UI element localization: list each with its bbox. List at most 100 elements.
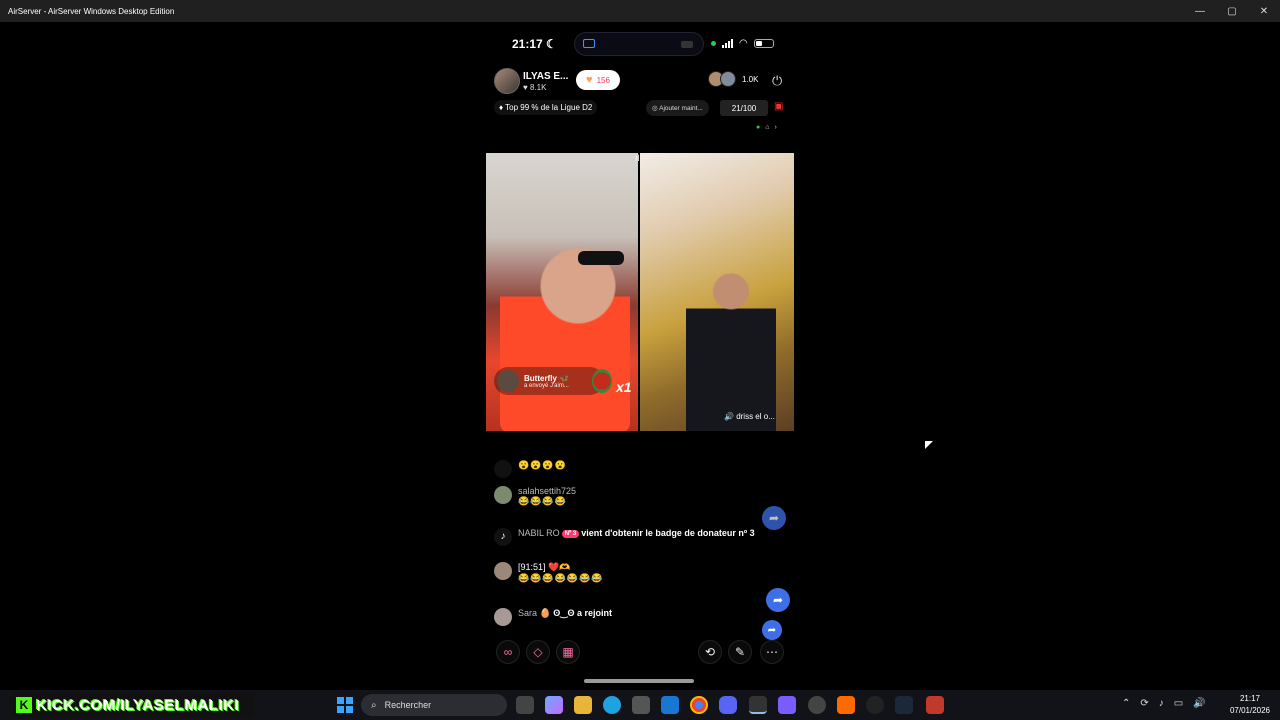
host-profile[interactable]: ILYAS E... ♥ 8.1K bbox=[494, 68, 568, 94]
wifi-icon: ◠ bbox=[739, 38, 748, 49]
chat-emoji: 😂😂😂😂😂😂😂 bbox=[518, 573, 604, 583]
share-icon[interactable]: ⟲ bbox=[698, 640, 722, 664]
viewer-avatar bbox=[720, 71, 736, 87]
status-icons: ◠ bbox=[711, 38, 774, 49]
taskbar-clock[interactable]: 21:17 07/01/2026 bbox=[1226, 693, 1274, 717]
chat-message: ♪ NABIL RO Nº 3 vient d'obtenir le badge d… bbox=[494, 528, 784, 546]
mini-indicator-icon bbox=[681, 41, 693, 48]
chat-emoji: 😮😮😮😮 bbox=[518, 460, 567, 470]
search-placeholder: Rechercher bbox=[384, 700, 432, 710]
sync-icon[interactable]: ⟳ bbox=[1140, 698, 1148, 709]
store-icon[interactable] bbox=[632, 696, 650, 714]
chat-emoji: 😂😂😂😂 bbox=[518, 496, 567, 506]
apps-icon[interactable]: ▦ bbox=[556, 640, 580, 664]
home-indicator[interactable] bbox=[584, 679, 694, 683]
gift-box-icon[interactable]: ▣ bbox=[774, 101, 783, 112]
live-bottom-toolbar: ∞ ◇ ▦ ⟲ ✎ ⋯ bbox=[494, 640, 790, 664]
tiktok-icon: ♪ bbox=[494, 528, 512, 546]
share-floating-icon[interactable]: ➦ bbox=[766, 588, 790, 612]
search-icon: ⌕ bbox=[371, 699, 377, 711]
guest-label: 🔊 driss el o... bbox=[724, 412, 775, 421]
heart-icon: ♥ bbox=[586, 74, 593, 86]
host-likes: ♥ 8.1K bbox=[523, 82, 547, 92]
outlook-icon[interactable] bbox=[661, 696, 679, 714]
live-video-split: Butterfly 🦋 a envoyé J'aim... x1 ılı 🔊 d… bbox=[486, 153, 794, 431]
viewer-count: 1.0K bbox=[742, 74, 759, 84]
chrome-icon[interactable] bbox=[690, 696, 708, 714]
phone-status-bar: 21:17 ☾ ◠ bbox=[486, 32, 794, 56]
task-view-icon[interactable] bbox=[516, 696, 534, 714]
chat-text: vient d'obtenir le badge de donateur nº … bbox=[581, 528, 755, 538]
host-name: ILYAS E... bbox=[523, 70, 569, 82]
network-icon[interactable]: ▭ bbox=[1174, 698, 1183, 709]
camera-indicator-icon bbox=[711, 41, 716, 46]
share-floating-icon[interactable]: ➦ bbox=[762, 506, 786, 530]
multi-guest-icon[interactable]: ◇ bbox=[526, 640, 550, 664]
gift-name: Butterfly 🦋 bbox=[524, 373, 570, 383]
small-indicators: ● ⌂ › bbox=[756, 124, 777, 131]
chat-message: 😮😮😮😮 bbox=[494, 460, 784, 478]
app-icon[interactable] bbox=[866, 696, 884, 714]
rank-row: ♦ Top 99 % de la Ligue D2 ◎ Ajouter main… bbox=[494, 100, 790, 116]
share-floating-icon[interactable]: ➦ bbox=[762, 620, 782, 640]
edge-icon[interactable] bbox=[603, 696, 621, 714]
guest-video-feed[interactable]: 🔊 driss el o... bbox=[640, 153, 794, 431]
power-icon[interactable]: ⏻ bbox=[772, 73, 782, 89]
volume-icon[interactable]: 🔊 bbox=[1193, 698, 1205, 709]
app-icon[interactable] bbox=[808, 696, 826, 714]
screen-mirror-icon bbox=[583, 39, 595, 48]
follow-button[interactable]: ♥ 156 bbox=[576, 70, 620, 90]
chat-avatar bbox=[494, 460, 512, 478]
maximize-icon[interactable]: ▢ bbox=[1216, 0, 1248, 22]
mirrored-phone-screen: 21:17 ☾ ◠ ILYAS E... ♥ 8.1K ♥ 156 1.0K ⏻… bbox=[486, 22, 794, 690]
magic-wand-icon[interactable]: ✎ bbox=[728, 640, 752, 664]
viewers-group[interactable]: 1.0K bbox=[708, 71, 758, 87]
battery-icon bbox=[753, 39, 774, 48]
mouse-cursor-icon bbox=[925, 441, 933, 449]
clock-date: 07/01/2026 bbox=[1229, 706, 1271, 715]
streaming-app-icon[interactable] bbox=[926, 696, 944, 714]
windows-taskbar: K KICK.COM/ILYASELMALIKI ⌕ Rechercher ⌃ … bbox=[0, 690, 1280, 720]
chat-username[interactable]: NABIL RO bbox=[518, 528, 560, 538]
discord-icon[interactable] bbox=[719, 696, 737, 714]
window-titlebar: AirServer - AirServer Windows Desktop Ed… bbox=[0, 0, 1280, 22]
add-button[interactable]: ◎ Ajouter maint... bbox=[646, 100, 709, 116]
taskbar-search[interactable]: ⌕ Rechercher bbox=[361, 694, 507, 716]
vlc-icon[interactable] bbox=[837, 696, 855, 714]
chat-username[interactable]: Sara bbox=[518, 608, 537, 618]
chevron-right-icon[interactable]: › bbox=[774, 124, 776, 131]
system-tray: ⌃ ⟳ ♪ ▭ 🔊 bbox=[1122, 698, 1206, 709]
chat-avatar[interactable] bbox=[494, 562, 512, 580]
link-icon[interactable]: ∞ bbox=[496, 640, 520, 664]
more-icon[interactable]: ⋯ bbox=[760, 640, 784, 664]
host-video-feed[interactable]: Butterfly 🦋 a envoyé J'aim... x1 bbox=[486, 153, 638, 431]
gift-notification: Butterfly 🦋 a envoyé J'aim... bbox=[494, 367, 612, 395]
chat-message: [91:51] ❤️🫶 😂😂😂😂😂😂😂 bbox=[494, 562, 784, 584]
goal-progress[interactable]: 21/100 bbox=[720, 100, 768, 116]
status-time: 21:17 ☾ bbox=[512, 37, 557, 51]
minimize-icon[interactable]: — bbox=[1184, 0, 1216, 22]
gift-sender-avatar bbox=[497, 370, 519, 392]
steam-icon[interactable] bbox=[895, 696, 913, 714]
host-avatar[interactable] bbox=[494, 68, 520, 94]
chat-username[interactable]: [91:51] ❤️🫶 bbox=[518, 562, 603, 573]
file-explorer-icon[interactable] bbox=[574, 696, 592, 714]
copilot-icon[interactable] bbox=[545, 696, 563, 714]
airserver-icon[interactable] bbox=[749, 696, 767, 714]
home-icon[interactable]: ⌂ bbox=[765, 124, 769, 131]
gamepad-icon[interactable] bbox=[778, 696, 796, 714]
clock-time: 21:17 bbox=[1239, 694, 1261, 703]
online-dot-icon: ● bbox=[756, 124, 761, 131]
dynamic-island bbox=[574, 32, 704, 56]
start-button-icon[interactable] bbox=[337, 697, 353, 713]
chat-avatar[interactable] bbox=[494, 608, 512, 626]
chat-username[interactable]: salahsettih725 bbox=[518, 486, 576, 496]
close-icon[interactable]: ✕ bbox=[1248, 0, 1280, 22]
chat-message: Sara 🥚 ʘ‿ʘ a rejoint bbox=[494, 608, 784, 626]
league-rank[interactable]: ♦ Top 99 % de la Ligue D2 bbox=[494, 100, 598, 115]
chat-avatar[interactable] bbox=[494, 486, 512, 504]
kick-banner: K KICK.COM/ILYASELMALIKI bbox=[12, 693, 254, 717]
microphone-icon[interactable]: ♪ bbox=[1159, 698, 1164, 709]
kick-logo-icon: K bbox=[16, 697, 32, 713]
chevron-up-icon[interactable]: ⌃ bbox=[1122, 698, 1130, 709]
